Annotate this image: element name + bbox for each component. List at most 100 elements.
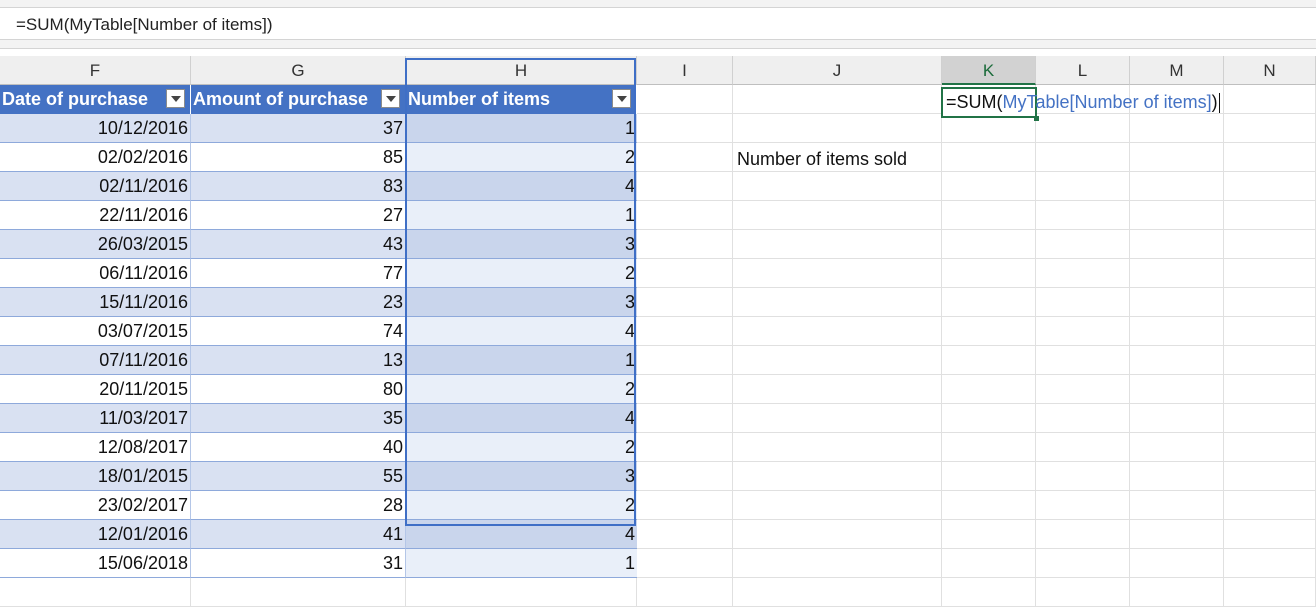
column-header-i[interactable]: I — [637, 56, 733, 85]
table-cell[interactable]: 74 — [191, 317, 406, 346]
empty-cell[interactable] — [942, 288, 1036, 317]
empty-cell[interactable] — [733, 201, 942, 230]
empty-cell[interactable] — [637, 172, 733, 201]
empty-cell[interactable] — [1224, 317, 1316, 346]
empty-cell[interactable] — [637, 201, 733, 230]
column-header-g[interactable]: G — [191, 56, 406, 85]
table-cell[interactable]: 28 — [191, 491, 406, 520]
table-cell[interactable]: 37 — [191, 114, 406, 143]
empty-cell[interactable] — [1036, 317, 1130, 346]
empty-cell[interactable] — [1036, 549, 1130, 578]
column-header-f[interactable]: F — [0, 56, 191, 85]
table-cell[interactable]: 55 — [191, 462, 406, 491]
empty-cell[interactable] — [1130, 462, 1224, 491]
empty-cell[interactable] — [1036, 143, 1130, 172]
table-cell[interactable]: 3 — [406, 288, 637, 317]
empty-cell[interactable] — [1224, 375, 1316, 404]
empty-cell[interactable] — [1036, 288, 1130, 317]
empty-cell[interactable] — [1224, 201, 1316, 230]
empty-cell[interactable] — [733, 172, 942, 201]
empty-cell[interactable] — [942, 433, 1036, 462]
table-cell[interactable]: 02/11/2016 — [0, 172, 191, 201]
table-cell[interactable]: 02/02/2016 — [0, 143, 191, 172]
empty-cell[interactable] — [1224, 172, 1316, 201]
empty-cell[interactable] — [942, 549, 1036, 578]
empty-cell[interactable] — [1036, 433, 1130, 462]
empty-cell[interactable] — [733, 404, 942, 433]
table-cell[interactable]: 80 — [191, 375, 406, 404]
table-cell[interactable]: 4 — [406, 172, 637, 201]
column-header-m[interactable]: M — [1130, 56, 1224, 85]
table-cell[interactable]: 20/11/2015 — [0, 375, 191, 404]
table-cell[interactable]: 2 — [406, 375, 637, 404]
table-cell[interactable]: 43 — [191, 230, 406, 259]
empty-cell[interactable] — [733, 433, 942, 462]
empty-cell[interactable] — [637, 578, 733, 607]
empty-cell[interactable] — [1130, 114, 1224, 143]
table-cell[interactable]: 2 — [406, 259, 637, 288]
empty-cell[interactable] — [733, 114, 942, 143]
table-cell[interactable]: 06/11/2016 — [0, 259, 191, 288]
empty-cell[interactable] — [942, 201, 1036, 230]
empty-cell[interactable] — [1130, 404, 1224, 433]
empty-cell[interactable] — [733, 230, 942, 259]
empty-cell[interactable] — [637, 491, 733, 520]
empty-cell[interactable] — [1036, 491, 1130, 520]
empty-cell[interactable] — [942, 375, 1036, 404]
column-header-k[interactable]: K — [942, 56, 1036, 85]
empty-cell[interactable] — [942, 259, 1036, 288]
table-cell[interactable]: 40 — [191, 433, 406, 462]
empty-cell[interactable] — [1036, 201, 1130, 230]
active-cell-formula[interactable]: =SUM(MyTable[Number of items]) — [946, 88, 1220, 117]
empty-cell[interactable] — [1224, 520, 1316, 549]
empty-cell[interactable] — [1224, 114, 1316, 143]
column-header-n[interactable]: N — [1224, 56, 1316, 85]
empty-cell[interactable] — [942, 317, 1036, 346]
table-cell[interactable]: 2 — [406, 491, 637, 520]
table-cell[interactable]: 10/12/2016 — [0, 114, 191, 143]
table-cell[interactable]: 2 — [406, 433, 637, 462]
empty-cell[interactable] — [637, 520, 733, 549]
table-cell[interactable]: 15/06/2018 — [0, 549, 191, 578]
table-cell[interactable]: 77 — [191, 259, 406, 288]
table-cell[interactable]: 27 — [191, 201, 406, 230]
empty-cell[interactable] — [1224, 143, 1316, 172]
empty-cell[interactable] — [1224, 288, 1316, 317]
empty-cell[interactable] — [1224, 259, 1316, 288]
table-cell[interactable]: 83 — [191, 172, 406, 201]
table-cell[interactable]: 12/08/2017 — [0, 433, 191, 462]
empty-cell[interactable] — [733, 317, 942, 346]
empty-cell[interactable] — [0, 578, 191, 607]
empty-cell[interactable] — [637, 230, 733, 259]
table-cell[interactable]: 1 — [406, 549, 637, 578]
table-cell[interactable]: 26/03/2015 — [0, 230, 191, 259]
empty-cell[interactable] — [1130, 230, 1224, 259]
empty-cell[interactable] — [942, 346, 1036, 375]
empty-cell[interactable] — [733, 549, 942, 578]
column-header-l[interactable]: L — [1036, 56, 1130, 85]
table-cell[interactable]: 85 — [191, 143, 406, 172]
empty-cell[interactable] — [1130, 143, 1224, 172]
empty-cell[interactable] — [191, 578, 406, 607]
empty-cell[interactable] — [942, 230, 1036, 259]
filter-dropdown-button[interactable] — [166, 89, 185, 108]
empty-cell[interactable] — [733, 462, 942, 491]
column-header-j[interactable]: J — [733, 56, 942, 85]
empty-cell[interactable] — [942, 143, 1036, 172]
empty-cell[interactable] — [637, 288, 733, 317]
empty-cell[interactable] — [733, 520, 942, 549]
table-header-cell[interactable]: Number of items — [406, 85, 637, 114]
table-cell[interactable]: 35 — [191, 404, 406, 433]
empty-cell[interactable] — [1036, 346, 1130, 375]
table-cell[interactable]: 4 — [406, 520, 637, 549]
empty-cell[interactable] — [1036, 230, 1130, 259]
empty-cell[interactable] — [1224, 578, 1316, 607]
empty-cell[interactable] — [942, 578, 1036, 607]
empty-cell[interactable] — [1036, 462, 1130, 491]
empty-cell[interactable] — [1036, 578, 1130, 607]
empty-cell[interactable] — [733, 259, 942, 288]
table-cell[interactable]: 03/07/2015 — [0, 317, 191, 346]
empty-cell[interactable] — [733, 288, 942, 317]
table-cell[interactable]: 11/03/2017 — [0, 404, 191, 433]
empty-cell[interactable] — [1130, 317, 1224, 346]
